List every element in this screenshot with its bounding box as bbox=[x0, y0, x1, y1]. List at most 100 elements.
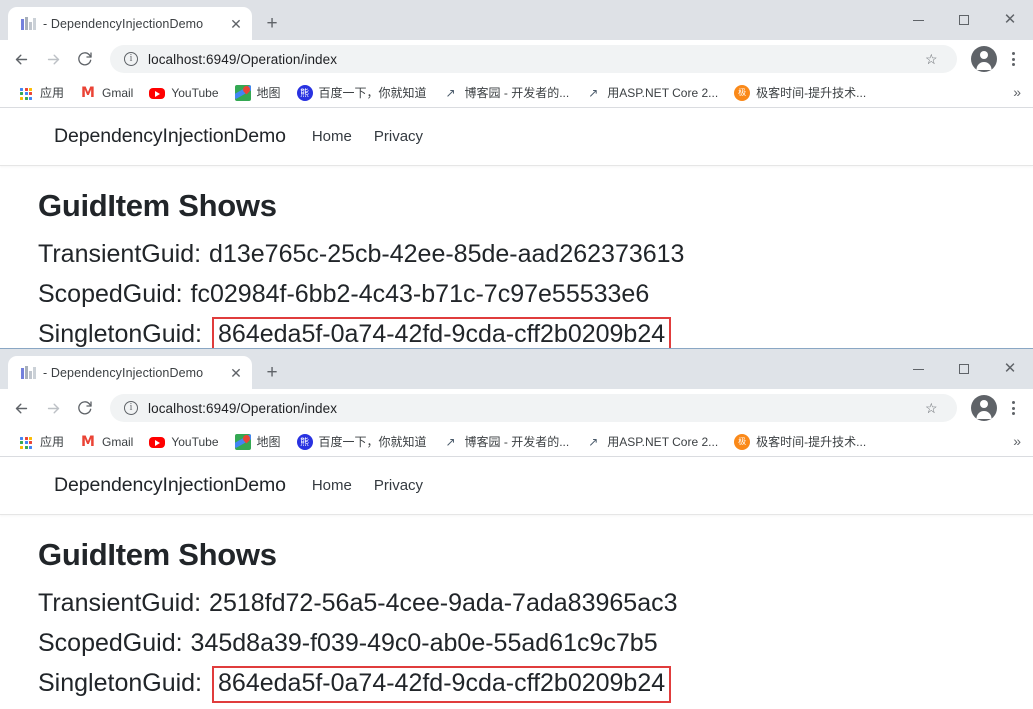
guid-label: TransientGuid: bbox=[38, 240, 202, 268]
favicon-icon bbox=[20, 365, 36, 381]
bookmark-item-geekbang[interactable]: 极客时间-提升技术... bbox=[726, 431, 874, 453]
guid-row-singleton: SingletonGuid: 864eda5f-0a74-42fd-9cda-c… bbox=[38, 663, 1033, 703]
maximize-button[interactable] bbox=[941, 4, 987, 36]
url-text: localhost:6949/Operation/index bbox=[148, 51, 338, 67]
page-body: GuidItem Shows TransientGuid: d13e765c-2… bbox=[0, 166, 1033, 348]
guid-row-scoped: ScopedGuid: 345d8a39-f039-49c0-ab0e-55ad… bbox=[38, 623, 1033, 663]
guid-row-singleton: SingletonGuid: 864eda5f-0a74-42fd-9cda-c… bbox=[38, 314, 1033, 348]
bookmark-item-aspnet[interactable]: ↗ 用ASP.NET Core 2... bbox=[577, 82, 726, 104]
youtube-icon bbox=[149, 88, 166, 100]
reload-button[interactable] bbox=[70, 393, 100, 423]
close-tab-icon[interactable]: ✕ bbox=[226, 363, 246, 383]
bookmark-item-apps[interactable]: 应用 bbox=[10, 431, 72, 453]
page-content: DependencyInjectionDemo Home Privacy Gui… bbox=[0, 108, 1033, 348]
minimize-button[interactable] bbox=[895, 353, 941, 385]
page-content: DependencyInjectionDemo Home Privacy Gui… bbox=[0, 457, 1033, 709]
page-title: GuidItem Shows bbox=[38, 537, 277, 572]
bookmark-label: 极客时间-提升技术... bbox=[756, 434, 867, 449]
site-info-icon[interactable]: i bbox=[124, 52, 138, 66]
close-tab-icon[interactable]: ✕ bbox=[226, 14, 246, 34]
geekbang-icon bbox=[734, 84, 751, 101]
bookmarks-bar: 应用 M Gmail YouTube 地图 百度一下，你就知道 ↗ 博客园 - … bbox=[0, 78, 1033, 108]
address-bar[interactable]: i localhost:6949/Operation/index ☆ bbox=[110, 394, 957, 422]
profile-avatar-icon[interactable] bbox=[971, 46, 997, 72]
tab-strip: - DependencyInjectionDemo ✕ + ✕ bbox=[0, 349, 1033, 389]
browser-menu-icon[interactable] bbox=[1001, 45, 1025, 73]
bookmark-item-baidu[interactable]: 百度一下，你就知道 bbox=[289, 431, 435, 453]
guid-row-transient: TransientGuid: d13e765c-25cb-42ee-85de-a… bbox=[38, 234, 1033, 274]
cnblogs-icon: ↗ bbox=[588, 85, 599, 100]
bookmark-label: 应用 bbox=[40, 85, 65, 100]
bookmark-item-maps[interactable]: 地图 bbox=[227, 82, 289, 104]
cnblogs-icon: ↗ bbox=[588, 434, 599, 449]
close-window-button[interactable]: ✕ bbox=[987, 353, 1033, 385]
favicon-icon bbox=[20, 16, 36, 32]
bookmark-label: YouTube bbox=[171, 85, 219, 100]
bookmarks-overflow-icon[interactable]: » bbox=[1009, 82, 1025, 102]
profile-avatar-icon[interactable] bbox=[971, 395, 997, 421]
nav-link-privacy[interactable]: Privacy bbox=[374, 477, 423, 494]
bookmark-item-youtube[interactable]: YouTube bbox=[141, 432, 226, 452]
bookmark-star-icon[interactable]: ☆ bbox=[925, 51, 943, 68]
bookmark-item-apps[interactable]: 应用 bbox=[10, 82, 72, 104]
cnblogs-icon: ↗ bbox=[445, 434, 456, 449]
browser-tab[interactable]: - DependencyInjectionDemo ✕ bbox=[8, 356, 252, 389]
site-brand[interactable]: DependencyInjectionDemo bbox=[54, 125, 286, 148]
bookmark-item-baidu[interactable]: 百度一下，你就知道 bbox=[289, 82, 435, 104]
bookmark-item-cnblogs[interactable]: ↗ 博客园 - 开发者的... bbox=[435, 82, 578, 104]
browser-window-top: - DependencyInjectionDemo ✕ + ✕ i localh… bbox=[0, 0, 1033, 348]
bookmark-star-icon[interactable]: ☆ bbox=[925, 400, 943, 417]
forward-button[interactable] bbox=[38, 44, 68, 74]
bookmark-label: YouTube bbox=[171, 434, 219, 449]
browser-menu-icon[interactable] bbox=[1001, 394, 1025, 422]
site-info-icon[interactable]: i bbox=[124, 401, 138, 415]
new-tab-button[interactable]: + bbox=[258, 358, 286, 386]
bookmarks-overflow-icon[interactable]: » bbox=[1009, 431, 1025, 451]
site-brand[interactable]: DependencyInjectionDemo bbox=[54, 474, 286, 497]
reload-button[interactable] bbox=[70, 44, 100, 74]
address-bar[interactable]: i localhost:6949/Operation/index ☆ bbox=[110, 45, 957, 73]
guid-label: SingletonGuid: bbox=[38, 669, 203, 697]
page-body: GuidItem Shows TransientGuid: 2518fd72-5… bbox=[0, 515, 1033, 703]
site-navbar: DependencyInjectionDemo Home Privacy bbox=[0, 457, 1033, 515]
guid-label: SingletonGuid: bbox=[38, 320, 203, 348]
close-window-button[interactable]: ✕ bbox=[987, 4, 1033, 36]
guid-value-highlighted: 864eda5f-0a74-42fd-9cda-cff2b0209b24 bbox=[212, 317, 672, 348]
guid-value: fc02984f-6bb2-4c43-b71c-7c97e55533e6 bbox=[190, 280, 650, 308]
nav-link-home[interactable]: Home bbox=[312, 128, 352, 145]
guid-row-scoped: ScopedGuid: fc02984f-6bb2-4c43-b71c-7c97… bbox=[38, 274, 1033, 314]
bookmarks-bar: 应用 M Gmail YouTube 地图 百度一下，你就知道 ↗ 博客园 - … bbox=[0, 427, 1033, 457]
desktop-screen: - DependencyInjectionDemo ✕ + ✕ i localh… bbox=[0, 0, 1033, 709]
bookmark-label: 地图 bbox=[256, 85, 281, 100]
apps-grid-icon bbox=[18, 434, 34, 450]
bookmark-item-maps[interactable]: 地图 bbox=[227, 431, 289, 453]
nav-link-home[interactable]: Home bbox=[312, 477, 352, 494]
new-tab-button[interactable]: + bbox=[258, 9, 286, 37]
bookmark-item-youtube[interactable]: YouTube bbox=[141, 83, 226, 103]
bookmark-label: 用ASP.NET Core 2... bbox=[607, 434, 719, 449]
guid-label: ScopedGuid: bbox=[38, 629, 183, 657]
back-button[interactable] bbox=[6, 393, 36, 423]
bookmark-item-aspnet[interactable]: ↗ 用ASP.NET Core 2... bbox=[577, 431, 726, 453]
window-controls: ✕ bbox=[895, 0, 1033, 40]
site-navbar: DependencyInjectionDemo Home Privacy bbox=[0, 108, 1033, 166]
tab-title: - DependencyInjectionDemo bbox=[43, 16, 204, 31]
bookmark-item-geekbang[interactable]: 极客时间-提升技术... bbox=[726, 82, 874, 104]
minimize-button[interactable] bbox=[895, 4, 941, 36]
bookmark-label: 极客时间-提升技术... bbox=[756, 85, 867, 100]
browser-window-bottom: - DependencyInjectionDemo ✕ + ✕ i localh… bbox=[0, 348, 1033, 709]
bookmark-item-gmail[interactable]: M Gmail bbox=[72, 82, 141, 104]
gmail-icon: M bbox=[81, 84, 95, 101]
bookmark-label: 应用 bbox=[40, 434, 65, 449]
bookmark-label: 博客园 - 开发者的... bbox=[464, 434, 570, 449]
apps-grid-icon bbox=[18, 85, 34, 101]
forward-button[interactable] bbox=[38, 393, 68, 423]
back-button[interactable] bbox=[6, 44, 36, 74]
bookmark-item-cnblogs[interactable]: ↗ 博客园 - 开发者的... bbox=[435, 431, 578, 453]
maximize-button[interactable] bbox=[941, 353, 987, 385]
guid-row-transient: TransientGuid: 2518fd72-56a5-4cee-9ada-7… bbox=[38, 583, 1033, 623]
browser-tab[interactable]: - DependencyInjectionDemo ✕ bbox=[8, 7, 252, 40]
gmail-icon: M bbox=[81, 433, 95, 450]
nav-link-privacy[interactable]: Privacy bbox=[374, 128, 423, 145]
bookmark-item-gmail[interactable]: M Gmail bbox=[72, 431, 141, 453]
